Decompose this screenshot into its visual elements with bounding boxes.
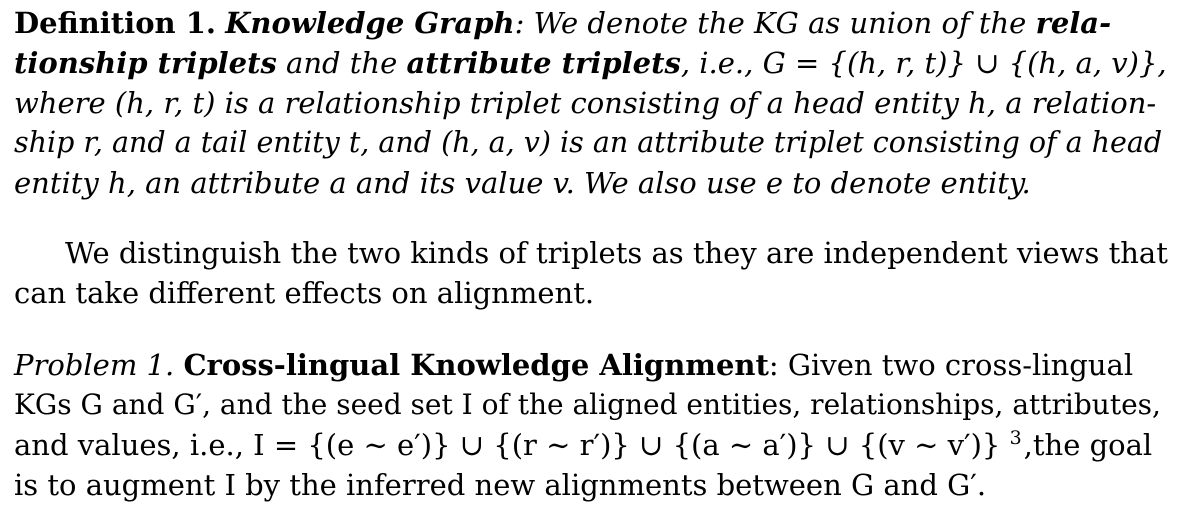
problem-text: : Given two cross-lingual — [768, 348, 1134, 382]
definition-text: : We denote the KG as union of the — [514, 6, 1027, 40]
problem-block: Problem 1. Cross-lingual Knowledge Align… — [14, 345, 1167, 505]
definition-bold-term: attribute triplets — [406, 46, 681, 80]
problem-title: Cross-lingual Knowledge Alignment — [183, 348, 769, 382]
paragraph-line-1: We distinguish the two kinds of triplets… — [14, 233, 1168, 273]
paragraph-text: can take different effects on alignment. — [14, 276, 595, 310]
definition-text: entity h, an attribute a and its value v… — [14, 166, 1031, 200]
problem-line-2: KGs G and G′, and the seed set I of the … — [14, 385, 1167, 425]
paragraph-line-2: can take different effects on alignment. — [14, 273, 1167, 313]
definition-label: Definition 1. — [14, 6, 216, 40]
definition-line-4: ship r, and a tail entity t, and (h, a, … — [14, 123, 1167, 163]
definition-formula: , i.e., G = {(h, r, t)} ∪ {(h, a, v)}, — [680, 46, 1167, 80]
definition-text: and the — [276, 46, 407, 80]
problem-text: is to augment I by the inferred new alig… — [14, 468, 987, 502]
problem-label: Problem 1. — [14, 348, 175, 382]
paragraph-text: We distinguish the two kinds of triplets… — [65, 236, 1168, 270]
definition-block: Definition 1. Knowledge Graph : We denot… — [14, 3, 1167, 203]
problem-formula: and values, i.e., I = {(e ∼ e′)} ∪ {(r ∼… — [14, 428, 1001, 462]
definition-line-2: tionship triplets and the attribute trip… — [14, 43, 1167, 83]
definition-text: where (h, r, t) is a relationship triple… — [14, 86, 1157, 120]
definition-bold-term: rela- — [1035, 6, 1112, 40]
definition-line-1: Definition 1. Knowledge Graph : We denot… — [14, 3, 1167, 43]
problem-text: KGs G and G′, and the seed set I of the … — [14, 388, 1161, 421]
definition-text: ship r, and a tail entity t, and (h, a, … — [14, 126, 1163, 159]
definition-line-5: entity h, an attribute a and its value v… — [14, 163, 1167, 203]
definition-bold-term: tionship triplets — [14, 46, 277, 80]
footnote-marker[interactable]: 3 — [1010, 418, 1022, 458]
body-paragraph: We distinguish the two kinds of triplets… — [14, 233, 1168, 313]
problem-text: ,the goal — [1023, 428, 1153, 462]
paper-page: Definition 1. Knowledge Graph : We denot… — [0, 0, 1183, 515]
problem-line-3: and values, i.e., I = {(e ∼ e′)} ∪ {(r ∼… — [14, 425, 1167, 465]
problem-line-4: is to augment I by the inferred new alig… — [14, 465, 1167, 505]
problem-line-1: Problem 1. Cross-lingual Knowledge Align… — [14, 345, 1167, 385]
definition-term: Knowledge Graph — [225, 6, 515, 40]
definition-line-3: where (h, r, t) is a relationship triple… — [14, 83, 1167, 123]
